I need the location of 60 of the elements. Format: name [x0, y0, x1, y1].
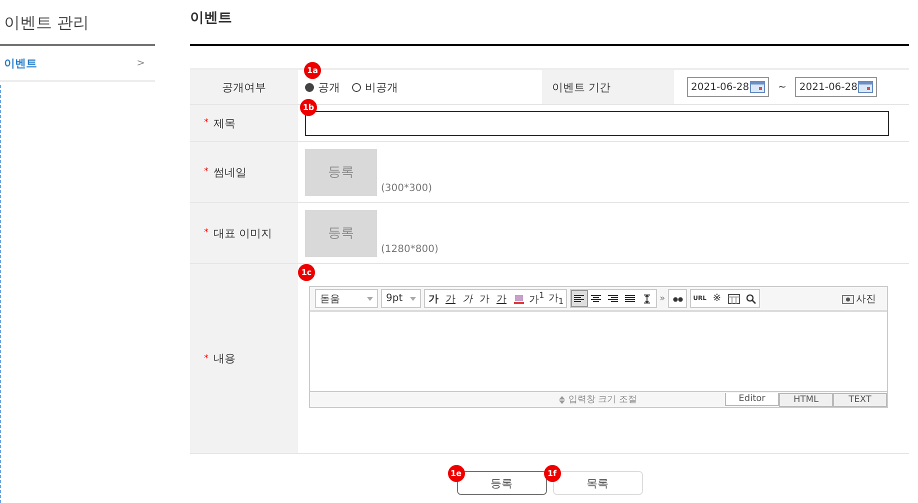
quote-icon [672, 295, 683, 302]
format-button[interactable]: 가 [442, 290, 459, 307]
field-label: 대표 이미지 [214, 226, 272, 240]
marker-badge: 1e [448, 465, 464, 482]
align-right-icon [608, 294, 618, 303]
format-button[interactable]: 가$^{1}$ [527, 290, 546, 307]
date-field[interactable]: 2021-06-28 [687, 77, 769, 97]
calendar-icon[interactable] [858, 81, 874, 93]
page-title: 이벤트 [190, 0, 909, 46]
editor-mode-tab[interactable]: HTML [779, 392, 833, 406]
editor-mode-tab[interactable]: Editor [725, 392, 779, 406]
symbol-button[interactable]: ※ [708, 290, 726, 307]
radio-button[interactable] [305, 82, 314, 92]
radio-button[interactable] [352, 82, 361, 92]
sidebar-item[interactable]: 이벤트 > [0, 46, 155, 82]
title-input[interactable] [305, 110, 889, 136]
line-height-icon [642, 294, 652, 304]
sidebar-title: 이벤트 관리 [0, 0, 155, 46]
caret-icon [410, 296, 416, 300]
editor-mode-tab[interactable]: TEXT [833, 392, 887, 406]
align-justify-icon [625, 294, 636, 303]
align-left-icon [574, 294, 584, 303]
field-label: 썸네일 [214, 164, 246, 180]
marker-badge: 1b [300, 99, 317, 116]
radio-label: 공개 [318, 80, 340, 94]
photo-button[interactable]: 사진 [836, 290, 882, 306]
required-mark: * [204, 228, 208, 238]
required-mark: * [204, 118, 208, 128]
required-mark: * [204, 354, 208, 364]
field-label: 제목 [214, 116, 236, 130]
marker-badge: 1f [544, 465, 560, 482]
field-label: 이벤트 기간 [552, 80, 610, 94]
marker-badge: 1c [298, 264, 315, 281]
align-center-icon [591, 294, 602, 303]
range-separator: ~ [778, 82, 786, 92]
camera-icon [842, 294, 854, 304]
format-button[interactable]: 가$_{1}$ [546, 290, 566, 307]
radio-label: 비공개 [365, 80, 398, 94]
format-button[interactable]: 가 [425, 290, 442, 307]
caret-icon [367, 296, 373, 300]
resize-icon [559, 396, 566, 404]
align-button[interactable] [570, 290, 588, 307]
chevron-icon: > [136, 58, 145, 68]
field-label: 내용 [214, 351, 236, 366]
marker-badge: 1a [304, 62, 321, 79]
date-field[interactable]: 2021-06-28 [795, 77, 878, 97]
font-size-select[interactable]: 9pt [381, 289, 421, 308]
format-button[interactable]: 가 [493, 290, 510, 307]
search-icon [746, 294, 756, 304]
format-button[interactable]: 가 [476, 290, 493, 307]
field-label: 공개여부 [222, 80, 266, 94]
calendar-icon[interactable] [750, 81, 765, 93]
more-icon[interactable]: » [660, 294, 666, 304]
required-mark: * [204, 167, 208, 177]
highlighter-icon [514, 294, 524, 304]
size-hint: (1280*800) [381, 244, 438, 255]
size-hint: (300*300) [381, 183, 432, 194]
table-icon [728, 294, 740, 304]
font-select[interactable]: 돋움 [315, 289, 378, 308]
format-button[interactable]: 가 [459, 290, 476, 307]
